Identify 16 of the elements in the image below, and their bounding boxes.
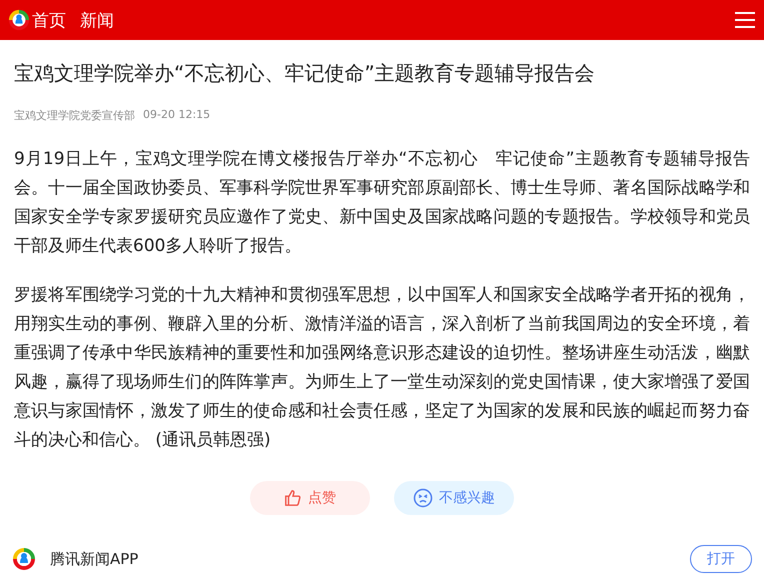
nav-link[interactable]: 新闻 (80, 8, 114, 32)
app-logo-icon (12, 547, 36, 571)
frown-face-icon (413, 488, 433, 508)
article-title: 宝鸡文理学院举办“不忘初心、牢记使命”主题教育专题辅导报告会 (14, 60, 596, 87)
open-button[interactable]: 打开 (690, 545, 752, 573)
article-paragraph: 罗援将军围绕学习党的十九大精神和贯彻强军思想，以中国军人和国家安全战略学者开拓的视角，用翔实生动的事例、鞭辟入里的分析、激情洋溢的语言，深入剖析了当前我国周边的安全环境，着重强调了传承中华民族精神的重要性和加强网络意识形态建设的迫切性。整场讲座生动活泼，幽默风趣，赢得了现场师生们的阵阵掌声。为师生上了一堂生动深刻的党史国情课，使大家增强了爱国意识与家国情怀，激发了师生的使命感和社会责任感，坚定了为国家的发展和民族的崛起而努力奋斗的决心和信心。 (通讯员韩恩强) (14, 284, 750, 452)
menu-icon[interactable] (734, 11, 756, 29)
like-button[interactable]: 点赞 (250, 481, 370, 515)
dislike-button[interactable]: 不感兴趣 (394, 481, 514, 515)
article-source: 宝鸡文理学院党委宣传部 (14, 108, 135, 123)
article-paragraph: 9月19日上午，宝鸡文理学院在博文楼报告厅举办“不忘初心 牢记使命”主题教育专题辅导报告会。十一届全国政协委员、军事科学院世界军事研究部原副部长、博士生导师、著名国际战略学和国家安全学专家罗援研究员应邀作了党史、新中国史及国家战略问题的专题报告。学校领导和党员干部及师生代表600多人聆听了报告。 (14, 148, 750, 258)
thumbs-up-icon (284, 489, 302, 507)
article-time: 09-20 12:15 (143, 108, 210, 123)
nav-link[interactable]: 首页 (32, 8, 66, 32)
logo-icon (8, 9, 30, 31)
app-name: 腾讯新闻APP (50, 550, 138, 568)
